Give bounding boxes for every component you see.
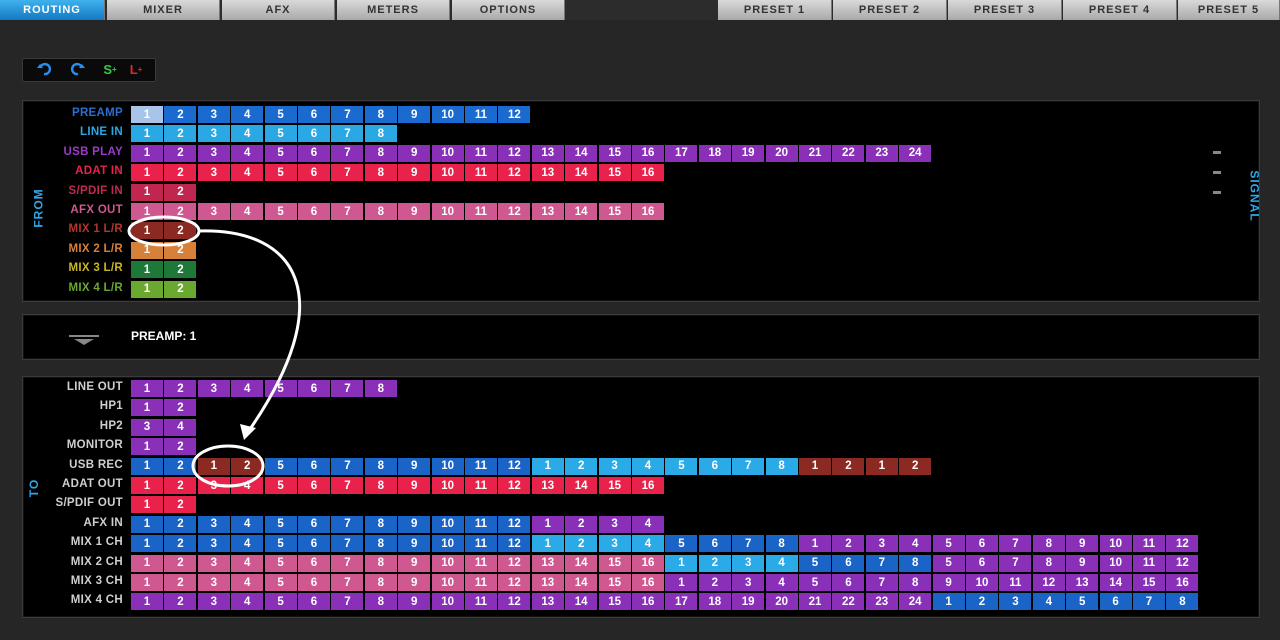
source-highlight-ellipse <box>127 215 201 247</box>
routing-arrow <box>198 229 301 433</box>
annotation-overlay <box>127 215 301 488</box>
destination-highlight-ellipse <box>191 444 265 488</box>
